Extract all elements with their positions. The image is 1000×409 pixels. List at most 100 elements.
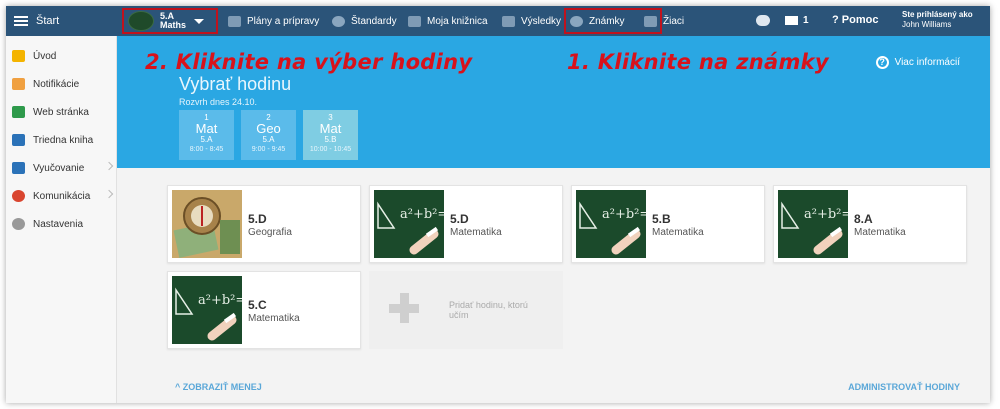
- students-icon: [644, 15, 657, 27]
- chart-icon: [502, 15, 515, 27]
- lesson-card[interactable]: a²+b²= 5.C Matematika: [167, 271, 361, 349]
- more-info-link[interactable]: ? Viac informácií: [875, 56, 960, 69]
- lesson-picker-header: Vybrať hodinu Rozvrh dnes 24.10. 1 Mat 5…: [117, 36, 990, 168]
- envelope-icon: [12, 78, 25, 90]
- sidebar-item-website[interactable]: Web stránka: [6, 98, 116, 126]
- chat-bubble-icon[interactable]: [756, 15, 770, 26]
- mail-count-badge: 1: [803, 15, 809, 26]
- class-selector-text: 5.A Maths: [160, 12, 186, 30]
- subject-label: Maths: [160, 20, 187, 30]
- library-icon: [408, 15, 421, 27]
- lesson-card[interactable]: a²+b²= 8.A Matematika: [773, 185, 967, 263]
- help-label: Pomoc: [841, 14, 879, 26]
- grades-icon: [570, 15, 583, 27]
- chat-icon: [12, 190, 25, 202]
- more-info-label: Viac informácií: [894, 57, 960, 68]
- chalkboard-image: a²+b²=: [778, 190, 852, 258]
- svg-text:a²+b²=: a²+b²=: [804, 207, 848, 222]
- sidebar-item-communication[interactable]: Komunikácia: [6, 182, 116, 210]
- class-selector[interactable]: 5.A Maths: [122, 8, 218, 34]
- add-lesson-card[interactable]: Pridať hodinu, ktorú učím: [369, 271, 563, 349]
- chevron-right-icon: [104, 189, 114, 199]
- sidebar-item-settings[interactable]: Nastavenia: [6, 210, 116, 238]
- period-class: 5.B: [324, 135, 337, 144]
- logged-in-label: Ste prihlásený ako: [902, 10, 973, 19]
- nav-grades-label: Známky: [589, 15, 625, 27]
- nav-standards[interactable]: Štandardy: [332, 6, 397, 36]
- card-class: 5.C: [248, 298, 267, 312]
- annotation-step-1: 1. Kliknite na známky: [567, 50, 829, 74]
- sidebar-item-label: Úvod: [33, 50, 57, 62]
- nav-plans-label: Plány a prípravy: [247, 15, 320, 27]
- sidebar-item-label: Triedna kniha: [33, 134, 94, 146]
- card-subject: Matematika: [652, 227, 704, 238]
- period-time: 10:00 - 10:45: [309, 146, 352, 153]
- star-icon: [12, 50, 25, 62]
- sidebar-item-label: Komunikácia: [33, 190, 91, 202]
- home-icon: [12, 106, 25, 118]
- period-1[interactable]: 1 Mat 5.A 8:00 - 8:45: [179, 110, 234, 160]
- app-window: Štart 5.A Maths Plány a prípravy Štandar…: [6, 6, 990, 403]
- card-subject: Matematika: [450, 227, 502, 238]
- start-label: Štart: [36, 15, 60, 27]
- card-class: 5.D: [450, 212, 469, 226]
- help-button[interactable]: ? Pomoc: [832, 14, 878, 26]
- sidebar-item-teaching[interactable]: Vyučovanie: [6, 154, 116, 182]
- chalkboard-image: a²+b²=: [374, 190, 448, 258]
- period-subject: Mat: [319, 121, 342, 136]
- nav-standards-label: Štandardy: [351, 15, 397, 27]
- sidebar-item-label: Nastavenia: [33, 218, 84, 230]
- chevron-up-icon: ^: [175, 382, 183, 392]
- period-subject: Mat: [195, 121, 218, 136]
- schedule-date: Rozvrh dnes 24.10.: [179, 97, 258, 107]
- nav-results-label: Výsledky: [521, 15, 562, 27]
- user-menu[interactable]: Ste prihlásený ako John Williams: [902, 10, 973, 30]
- card-subject: Matematika: [854, 227, 906, 238]
- top-bar: Štart 5.A Maths Plány a prípravy Štandar…: [6, 6, 990, 36]
- user-name: John Williams: [902, 20, 952, 29]
- card-class: 5.D: [248, 212, 267, 226]
- nav-library-label: Moja knižnica: [427, 15, 488, 27]
- gear-icon: [12, 218, 25, 230]
- period-2[interactable]: 2 Geo 5.A 9:00 - 9:45: [241, 110, 296, 160]
- period-class: 5.A: [200, 135, 213, 144]
- mail-icon[interactable]: [785, 16, 798, 25]
- teaching-icon: [12, 162, 25, 174]
- class-avatar: [128, 11, 154, 31]
- menu-icon: [14, 16, 28, 26]
- compass-map-image: [172, 190, 242, 258]
- sidebar-item-home[interactable]: Úvod: [6, 42, 116, 70]
- nav-students[interactable]: Žiaci: [644, 6, 684, 36]
- show-less-label: ZOBRAZIŤ MENEJ: [182, 382, 262, 392]
- sidebar: Úvod Notifikácie Web stránka Triedna kni…: [6, 36, 117, 403]
- sidebar-item-notifications[interactable]: Notifikácie: [6, 70, 116, 98]
- card-class: 5.B: [652, 212, 671, 226]
- start-button[interactable]: Štart: [6, 6, 116, 36]
- chalkboard-image: a²+b²=: [576, 190, 650, 258]
- lesson-card[interactable]: a²+b²= 5.D Matematika: [369, 185, 563, 263]
- period-3[interactable]: 3 Mat 5.B 10:00 - 10:45: [303, 110, 358, 160]
- nav-library[interactable]: Moja knižnica: [408, 6, 488, 36]
- card-subject: Geografia: [248, 227, 292, 238]
- period-time: 8:00 - 8:45: [189, 146, 224, 153]
- main-content: Vybrať hodinu Rozvrh dnes 24.10. 1 Mat 5…: [117, 36, 990, 403]
- manage-lessons-link[interactable]: ADMINISTROVAŤ HODINY: [848, 382, 960, 392]
- question-icon: ?: [875, 56, 889, 69]
- svg-text:a²+b²=: a²+b²=: [198, 293, 242, 308]
- chevron-right-icon: [104, 161, 114, 171]
- sidebar-item-label: Vyučovanie: [33, 162, 85, 174]
- nav-results[interactable]: Výsledky: [502, 6, 561, 36]
- period-class: 5.A: [262, 135, 275, 144]
- shield-icon: [332, 15, 345, 27]
- lesson-card[interactable]: 5.D Geografia: [167, 185, 361, 263]
- svg-text:a²+b²=: a²+b²=: [602, 207, 646, 222]
- sidebar-item-class-book[interactable]: Triedna kniha: [6, 126, 116, 154]
- add-lesson-label: Pridať hodinu, ktorú učím: [449, 300, 528, 320]
- nav-plans[interactable]: Plány a prípravy: [228, 6, 319, 36]
- nav-students-label: Žiaci: [663, 15, 685, 27]
- show-less-link[interactable]: ^ ZOBRAZIŤ MENEJ: [175, 382, 262, 392]
- sidebar-item-label: Notifikácie: [33, 78, 80, 90]
- lesson-card[interactable]: a²+b²= 5.B Matematika: [571, 185, 765, 263]
- plus-icon: [389, 293, 419, 323]
- chalkboard-image: a²+b²=: [172, 276, 246, 344]
